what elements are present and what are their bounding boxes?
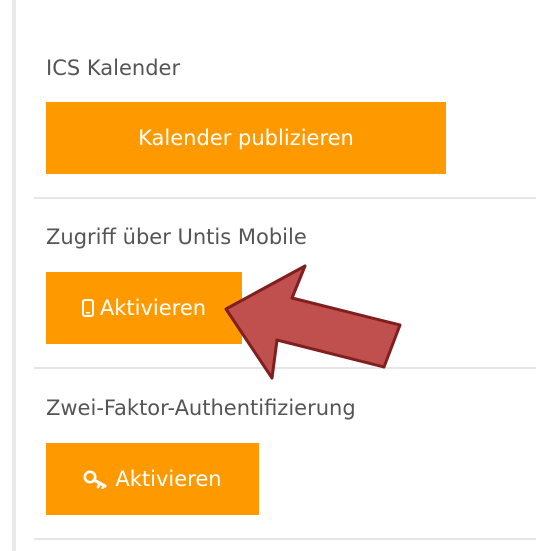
- activate-two-factor-button[interactable]: Aktivieren: [46, 443, 259, 515]
- activate-two-factor-button-label: Aktivieren: [115, 466, 222, 491]
- publish-calendar-button[interactable]: Kalender publizieren: [46, 102, 446, 174]
- ics-calendar-label: ICS Kalender: [46, 56, 181, 80]
- mobile-phone-icon: [81, 299, 94, 317]
- activate-untis-mobile-button[interactable]: Aktivieren: [46, 272, 242, 344]
- left-border: [12, 0, 16, 551]
- two-factor-label: Zwei-Faktor-Authentifizierung: [46, 396, 356, 420]
- untis-mobile-label: Zugriff über Untis Mobile: [46, 225, 307, 249]
- section-divider: [34, 367, 536, 369]
- publish-calendar-button-label: Kalender publizieren: [138, 125, 354, 150]
- section-divider: [34, 538, 536, 540]
- section-divider: [34, 197, 536, 199]
- key-icon: [83, 469, 109, 489]
- activate-untis-mobile-button-label: Aktivieren: [99, 295, 207, 320]
